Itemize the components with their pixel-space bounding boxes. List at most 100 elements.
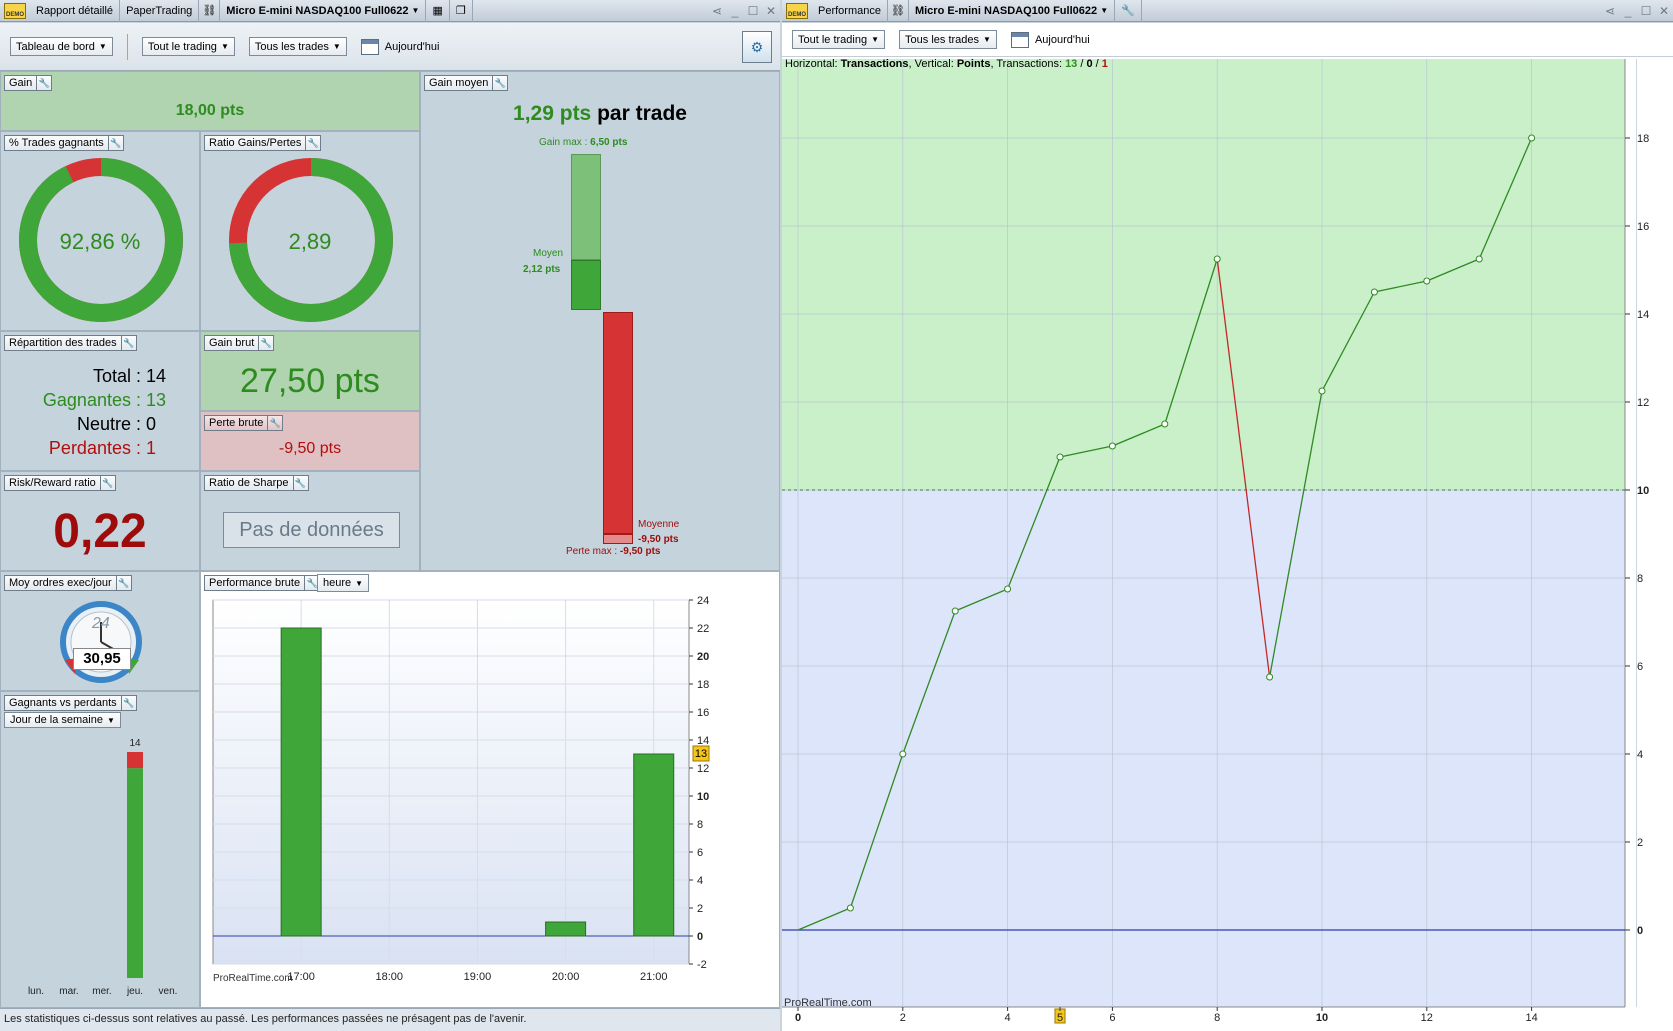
y-tick-label: 0 bbox=[1637, 925, 1643, 937]
risk-reward-title[interactable]: Risk/Reward ratio 🔧 bbox=[4, 475, 116, 491]
y-tick-label: 2 bbox=[697, 903, 703, 915]
link-icon[interactable]: ⛓ bbox=[199, 0, 221, 22]
loss-max-bar bbox=[603, 534, 633, 544]
settings-gallery-icon[interactable]: ⚙ bbox=[742, 30, 772, 63]
wrench-icon[interactable]: 🔧 bbox=[36, 76, 51, 90]
total-label: 14 bbox=[129, 738, 141, 749]
gross-perf-title[interactable]: Performance brute 🔧 bbox=[204, 575, 321, 591]
repartition-panel: Répartition des trades 🔧 Total : 14 Gagna… bbox=[0, 331, 200, 471]
win-loss-period-dropdown[interactable]: Jour de la semaine ▼ bbox=[4, 712, 121, 728]
data-point bbox=[1108, 442, 1116, 450]
y-tick-label: -2 bbox=[697, 959, 707, 971]
avg-gain-title[interactable]: Gain moyen 🔧 bbox=[424, 75, 509, 91]
x-tick-label: 4 bbox=[1005, 1012, 1011, 1024]
minimize-icon[interactable]: _ bbox=[726, 4, 744, 18]
tab-paper-trading[interactable]: PaperTrading bbox=[120, 0, 200, 22]
gross-perf-chart: -202468101214161820222417:00 18:00 19:00 20… bbox=[212, 595, 710, 983]
y-tick-label: 12 bbox=[1637, 397, 1649, 409]
perf-unit-label: heure bbox=[323, 577, 352, 589]
calendar-icon bbox=[360, 38, 379, 55]
maximize-icon[interactable]: ☐ bbox=[1637, 4, 1655, 18]
x-tick-label: 2 bbox=[900, 1012, 906, 1024]
perf-unit-dropdown[interactable]: heure ▼ bbox=[317, 574, 370, 592]
trades-filter-dropdown[interactable]: Tous les trades ▼ bbox=[248, 37, 347, 56]
gross-gain-title[interactable]: Gain brut 🔧 bbox=[204, 335, 275, 351]
data-point bbox=[1318, 387, 1326, 395]
ratio-title[interactable]: Ratio Gains/Pertes 🔧 bbox=[204, 135, 322, 151]
win-pct-panel: % Trades gagnants 🔧 92,86 % bbox=[0, 131, 200, 331]
chart-icon[interactable]: ▦ bbox=[426, 0, 450, 22]
maximize-icon[interactable]: ☐ bbox=[744, 4, 762, 18]
orders-day-title[interactable]: Moy ordres exec/jour 🔧 bbox=[4, 575, 132, 591]
trading-filter-dropdown[interactable]: Tout le trading ▼ bbox=[141, 37, 235, 56]
perf-watermark: ProRealTime.com bbox=[784, 997, 872, 1009]
minimize-icon[interactable]: _ bbox=[1619, 4, 1637, 18]
performance-panel: 0 2 4 6 8 10 12 14 16 18 0 2 4 5 6 8 10 12 14 Horizontal: … bbox=[782, 57, 1673, 1031]
gross-gain-panel: Gain brut 🔧 27,50 pts bbox=[200, 331, 420, 411]
avg-label: Moyen bbox=[533, 248, 564, 259]
gross-loss-title[interactable]: Perte brute 🔧 bbox=[204, 415, 284, 431]
gross-gain-title-label: Gain brut bbox=[209, 337, 255, 349]
gain-max-label: Gain max : bbox=[539, 137, 588, 148]
v-value: Points bbox=[956, 58, 991, 70]
wrench-icon[interactable]: 🔧 bbox=[258, 336, 273, 350]
data-point bbox=[846, 904, 854, 912]
orders-day-panel: Moy ordres exec/jour 🔧 24 30,95 bbox=[0, 571, 200, 691]
y-tick-label: 6 bbox=[1637, 661, 1643, 673]
wrench-icon[interactable]: 🔧 bbox=[492, 76, 507, 90]
right-trades-filter-label: Tous les trades bbox=[905, 33, 980, 46]
data-point bbox=[1056, 453, 1064, 461]
dashboard-dropdown[interactable]: Tableau de bord ▼ bbox=[10, 37, 113, 56]
x-tick-label: 5 bbox=[1057, 1012, 1063, 1024]
repartition-title[interactable]: Répartition des trades 🔧 bbox=[4, 335, 137, 351]
t-loss: 1 bbox=[1101, 58, 1108, 70]
day-label: mar. bbox=[59, 986, 78, 997]
y-tick-label: 10 bbox=[697, 791, 709, 803]
win-loss-title-label: Gagnants vs perdants bbox=[9, 697, 117, 709]
wrench-icon[interactable]: 🔧 bbox=[120, 696, 136, 710]
wrench-icon[interactable]: 🔧 bbox=[292, 476, 308, 490]
tab-detailed-report[interactable]: Rapport détaillé bbox=[30, 0, 121, 22]
y-tick-label: 8 bbox=[1637, 573, 1643, 585]
data-point bbox=[1370, 288, 1378, 296]
right-toolbar: Tout le trading ▼ Tous les trades ▼ Aujour… bbox=[782, 23, 1673, 57]
right-instrument-selector[interactable]: Micro E-mini NASDAQ100 Full0622 ▼ bbox=[909, 0, 1116, 22]
x-tick-label: 0 bbox=[795, 1012, 801, 1024]
x-tick-label: 12 bbox=[1421, 1012, 1433, 1024]
wrench-icon[interactable]: 🔧 bbox=[305, 136, 320, 150]
tab-performance[interactable]: Performance bbox=[812, 0, 888, 22]
risk-reward-value: 0,22 bbox=[53, 505, 147, 558]
close-icon[interactable]: ✕ bbox=[1655, 4, 1673, 18]
wrench-icon[interactable]: 🔧 bbox=[99, 476, 115, 490]
wrench-icon[interactable]: 🔧 bbox=[115, 576, 131, 590]
orders-day-value: 30,95 bbox=[73, 648, 131, 670]
gain-max-bar bbox=[571, 154, 601, 260]
data-point bbox=[1004, 585, 1012, 593]
loss-avg-label: Moyenne bbox=[638, 519, 680, 530]
wrench-icon[interactable]: 🔧 bbox=[1115, 0, 1142, 22]
share-icon[interactable]: ⋖ bbox=[708, 4, 726, 18]
y-tick-label: 0 bbox=[697, 931, 703, 943]
share-icon[interactable]: ⋖ bbox=[1601, 4, 1619, 18]
close-icon[interactable]: ✕ bbox=[762, 4, 780, 18]
win-loss-chart: lun. mar. mer. 14 jeu. ven. bbox=[28, 738, 178, 997]
win-loss-title[interactable]: Gagnants vs perdants 🔧 bbox=[4, 695, 137, 711]
dashboard-label: Tableau de bord bbox=[16, 40, 95, 53]
gain-title[interactable]: Gain 🔧 bbox=[4, 75, 53, 91]
right-trading-filter-dropdown[interactable]: Tout le trading ▼ bbox=[792, 30, 886, 49]
right-date-selector[interactable]: Aujourd'hui bbox=[1010, 31, 1090, 48]
win-pct-title[interactable]: % Trades gagnants 🔧 bbox=[4, 135, 124, 151]
y-tick-label: 10 bbox=[1637, 485, 1649, 497]
wrench-icon[interactable]: 🔧 bbox=[267, 416, 282, 430]
copy-icon[interactable]: ❐ bbox=[450, 0, 473, 22]
link-icon[interactable]: ⛓ bbox=[888, 0, 909, 22]
right-trades-filter-dropdown[interactable]: Tous les trades ▼ bbox=[899, 30, 997, 49]
date-selector[interactable]: Aujourd'hui bbox=[360, 38, 439, 55]
sharpe-title[interactable]: Ratio de Sharpe 🔧 bbox=[204, 475, 309, 491]
wrench-icon[interactable]: 🔧 bbox=[120, 336, 136, 350]
profit-zone bbox=[782, 59, 1625, 490]
repartition-title-label: Répartition des trades bbox=[9, 337, 117, 349]
wrench-icon[interactable]: 🔧 bbox=[107, 136, 123, 150]
instrument-selector[interactable]: Micro E-mini NASDAQ100 Full0622 ▼ bbox=[220, 0, 427, 22]
win-pct-value: 92,86 % bbox=[59, 229, 141, 254]
